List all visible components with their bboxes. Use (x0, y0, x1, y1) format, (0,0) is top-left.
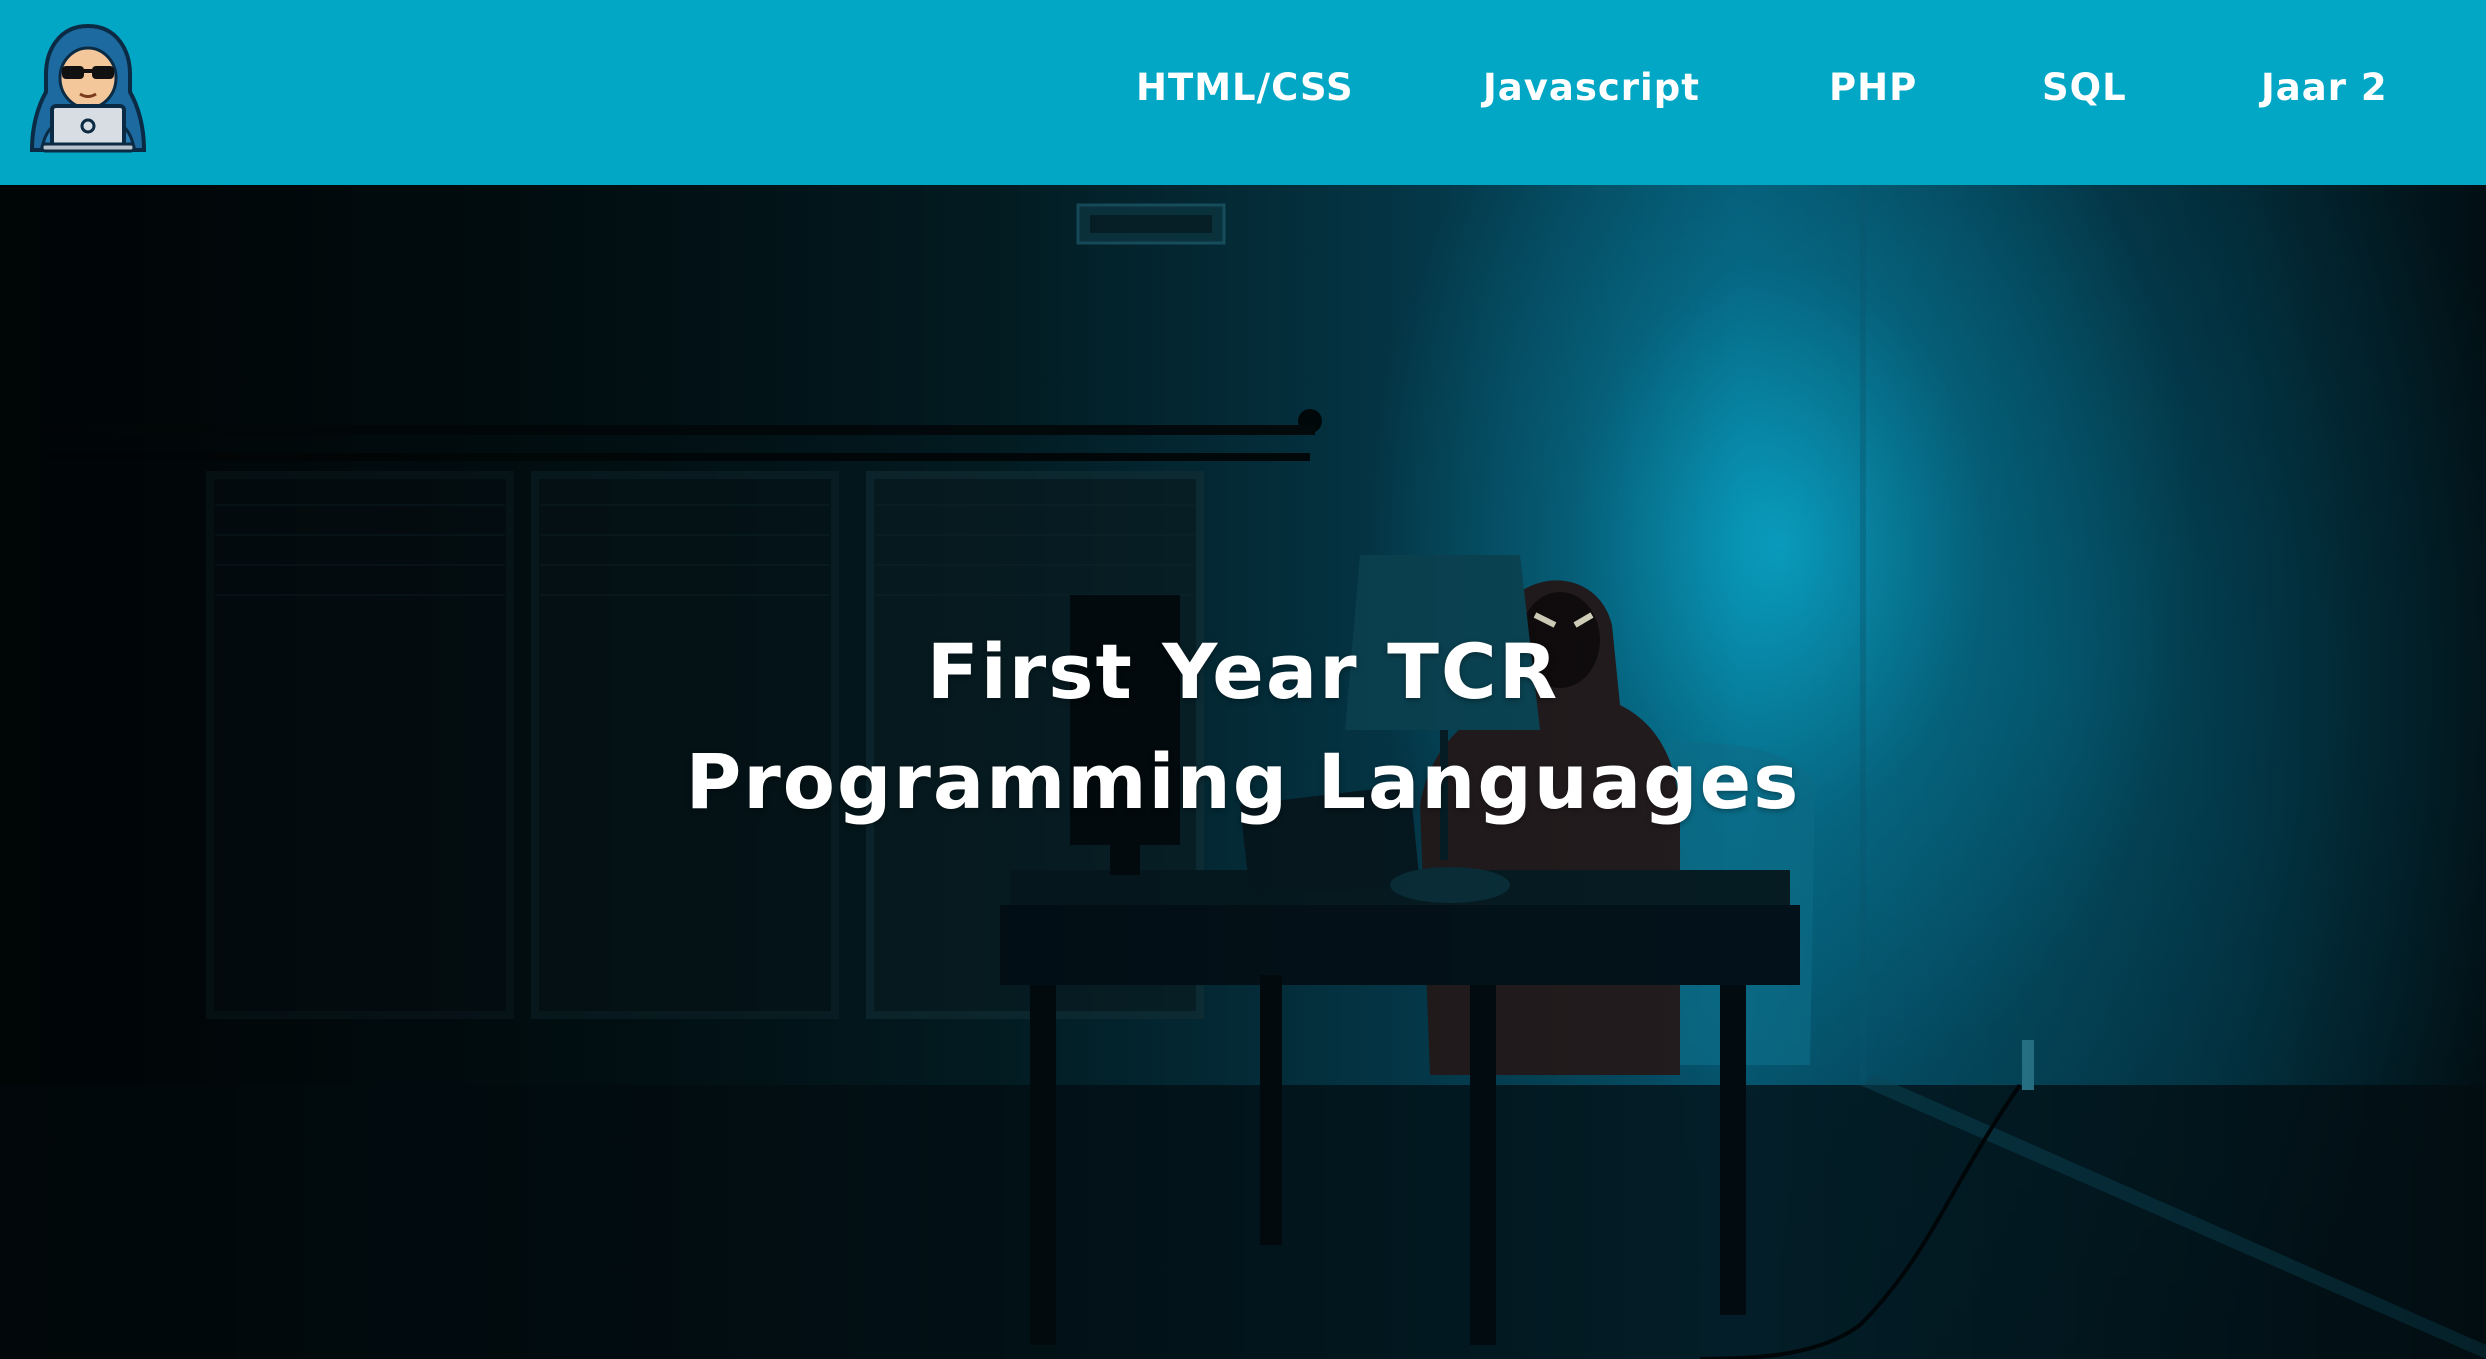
nav-link-jaar-2[interactable]: Jaar 2 (2261, 66, 2388, 109)
nav-link-javascript[interactable]: Javascript (1483, 66, 1700, 109)
hero-title-line-2: Programming Languages (685, 737, 1801, 826)
hero-title-line-1: First Year TCR (926, 627, 1560, 716)
navbar: HTML/CSS Javascript PHP SQL Jaar 2 (0, 0, 2486, 185)
hero-banner: First Year TCR Programming Languages (0, 185, 2486, 1359)
nav-link-sql[interactable]: SQL (2042, 66, 2127, 109)
hero-title: First Year TCR Programming Languages (0, 617, 2486, 837)
hacker-logo-icon[interactable] (28, 22, 148, 154)
nav-link-html-css[interactable]: HTML/CSS (1136, 66, 1354, 109)
nav-link-php[interactable]: PHP (1829, 66, 1917, 109)
